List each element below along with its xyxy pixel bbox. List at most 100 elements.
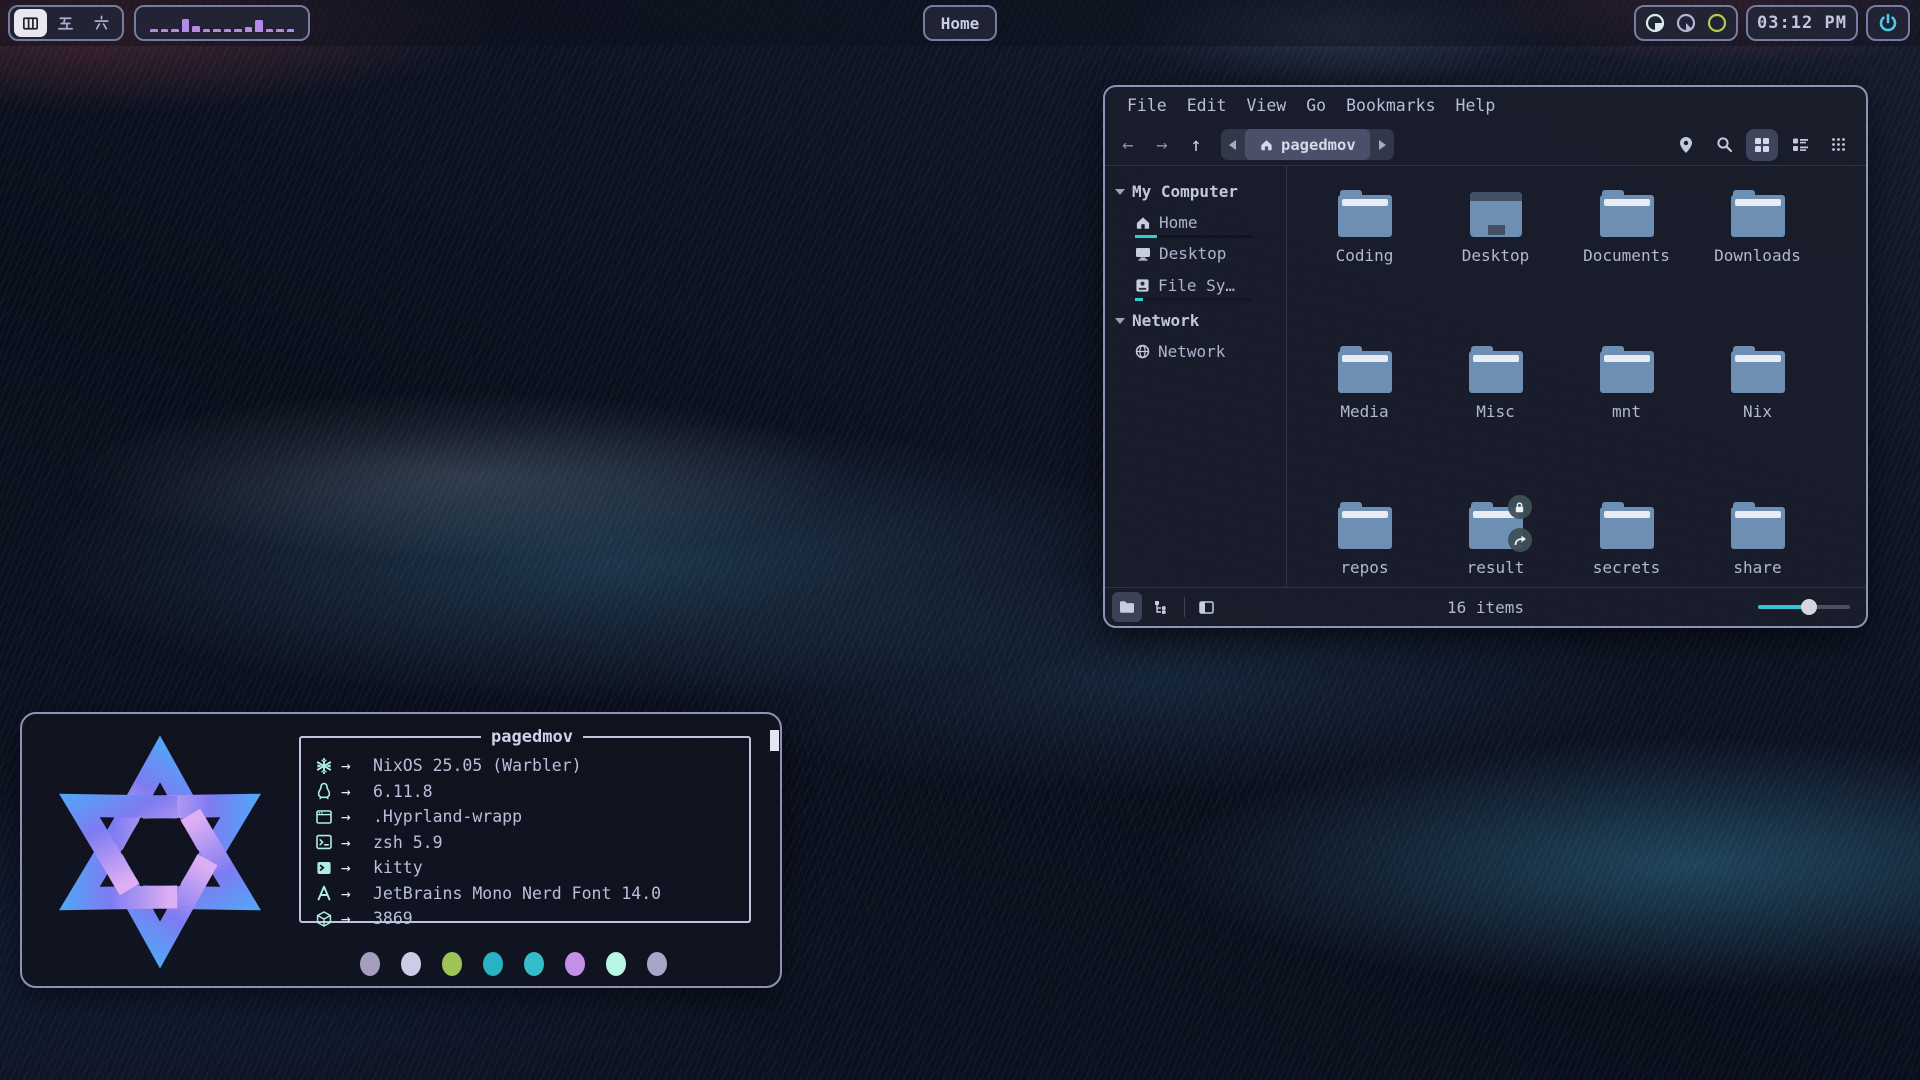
hostname-label: pagedmov <box>481 727 583 747</box>
search-button[interactable] <box>1708 129 1740 161</box>
sidebar-group-my-computer[interactable]: My Computer <box>1105 176 1286 207</box>
menu-file[interactable]: File <box>1117 92 1177 119</box>
compact-view-button[interactable] <box>1822 129 1854 161</box>
visualizer-bar <box>234 29 242 32</box>
workspace-6[interactable] <box>85 9 118 37</box>
packages-icon <box>315 910 341 928</box>
arrow-glyph: → <box>341 807 373 826</box>
terminal-value: kitty <box>373 858 423 877</box>
breadcrumb-left-icon[interactable] <box>1221 129 1245 160</box>
top-bar: Home 03:12 PM <box>0 0 1920 46</box>
folder-label: Downloads <box>1714 246 1801 265</box>
menu-bookmarks[interactable]: Bookmarks <box>1336 92 1445 119</box>
clock-widget[interactable]: 03:12 PM <box>1746 5 1858 41</box>
power-icon <box>1877 12 1899 34</box>
breadcrumb: pagedmov <box>1221 129 1394 160</box>
sidebar-item-file-system[interactable]: File Sy… <box>1105 270 1286 297</box>
fetch-row-os: → NixOS 25.05 (Warbler) <box>315 753 749 779</box>
folder-icon <box>1338 190 1392 237</box>
chevron-down-icon <box>1115 317 1125 325</box>
home-icon <box>1135 215 1151 230</box>
visualizer-bar <box>276 29 284 32</box>
folder-misc[interactable]: Misc <box>1430 338 1561 494</box>
visualizer-bar <box>203 29 211 32</box>
lock-emblem-icon <box>1508 495 1532 519</box>
toolbar-right-icons <box>1670 129 1854 161</box>
icons-view-icon <box>1754 137 1770 153</box>
idle-inhibitor-icon[interactable] <box>1644 12 1666 34</box>
shell-value: zsh 5.9 <box>373 833 443 852</box>
timer-indicator-icon[interactable] <box>1675 12 1697 34</box>
zoom-slider-knob[interactable] <box>1801 599 1817 615</box>
location-pin-button[interactable] <box>1670 129 1702 161</box>
folder-documents[interactable]: Documents <box>1561 182 1692 338</box>
up-button[interactable]: ↑ <box>1179 129 1213 161</box>
folder-icon <box>1731 190 1785 237</box>
sidebar-item-home[interactable]: Home <box>1105 207 1286 234</box>
menu-edit[interactable]: Edit <box>1177 92 1237 119</box>
power-button[interactable] <box>1866 5 1910 41</box>
kernel-value: 6.11.8 <box>373 782 433 801</box>
folder-label: Nix <box>1743 402 1772 421</box>
folder-icon <box>1600 502 1654 549</box>
visualizer-bar <box>161 29 169 32</box>
workspace-5[interactable] <box>49 9 82 37</box>
zoom-slider[interactable] <box>1758 599 1850 615</box>
sidebar-item-label: Desktop <box>1159 244 1226 263</box>
status-circle-icon[interactable] <box>1706 12 1728 34</box>
visualizer-bar <box>150 29 158 32</box>
folder-label: secrets <box>1593 558 1660 577</box>
workspace-6-glyph <box>92 14 111 33</box>
visualizer-bars <box>150 14 294 32</box>
terminal-cursor <box>770 730 779 751</box>
visualizer-bar <box>266 29 274 32</box>
visualizer-bar <box>245 27 253 32</box>
icons-view-button[interactable] <box>1746 129 1778 161</box>
audio-visualizer <box>134 5 310 41</box>
breadcrumb-right-icon[interactable] <box>1370 129 1394 160</box>
folder-icon <box>1338 346 1392 393</box>
sidebar-item-network[interactable]: Network <box>1105 336 1286 363</box>
folder-mnt[interactable]: mnt <box>1561 338 1692 494</box>
menu-help[interactable]: Help <box>1446 92 1506 119</box>
folder-coding[interactable]: Coding <box>1299 182 1430 338</box>
list-view-icon <box>1792 137 1809 152</box>
font-value: JetBrains Mono Nerd Font 14.0 <box>373 884 661 903</box>
visualizer-bar <box>255 20 263 32</box>
visualizer-bar <box>171 29 179 32</box>
workspace-4[interactable] <box>14 9 47 37</box>
back-button[interactable]: ← <box>1111 129 1145 161</box>
palette-dot <box>647 952 667 976</box>
list-view-button[interactable] <box>1784 129 1816 161</box>
arrow-glyph: → <box>341 833 373 852</box>
location-pin-icon <box>1678 136 1694 154</box>
folder-desktop[interactable]: Desktop <box>1430 182 1561 338</box>
sidebar-item-desktop[interactable]: Desktop <box>1105 238 1286 265</box>
home-icon <box>1259 137 1274 152</box>
menu-view[interactable]: View <box>1237 92 1297 119</box>
forward-button[interactable]: → <box>1145 129 1179 161</box>
visualizer-bar <box>192 26 200 32</box>
nixos-logo <box>46 736 274 968</box>
folder-downloads[interactable]: Downloads <box>1692 182 1823 338</box>
places-sidebar: My Computer Home Desktop <box>1105 166 1287 587</box>
folder-label: Desktop <box>1462 246 1529 265</box>
sidebar-group-network[interactable]: Network <box>1105 305 1286 336</box>
palette-dot <box>483 952 503 976</box>
folder-label: Coding <box>1336 246 1394 265</box>
menu-go[interactable]: Go <box>1296 92 1336 119</box>
breadcrumb-path-button[interactable]: pagedmov <box>1245 129 1370 160</box>
symlink-emblem-icon <box>1508 528 1532 552</box>
terminal-icon <box>315 859 341 877</box>
fetch-info-frame: pagedmov → NixOS 25.05 (Warbler) → 6.11.… <box>299 727 751 923</box>
sidebar-item-label: File Sy… <box>1158 276 1235 295</box>
folder-nix[interactable]: Nix <box>1692 338 1823 494</box>
shell-icon <box>315 833 341 851</box>
palette-dot <box>401 952 421 976</box>
file-system-underline <box>1135 298 1253 301</box>
search-icon <box>1716 136 1733 153</box>
folder-media[interactable]: Media <box>1299 338 1430 494</box>
fetch-row-packages: → 3869 <box>315 906 749 932</box>
visualizer-bar <box>213 29 221 32</box>
file-manager-window: File Edit View Go Bookmarks Help ← → ↑ p… <box>1103 85 1868 628</box>
